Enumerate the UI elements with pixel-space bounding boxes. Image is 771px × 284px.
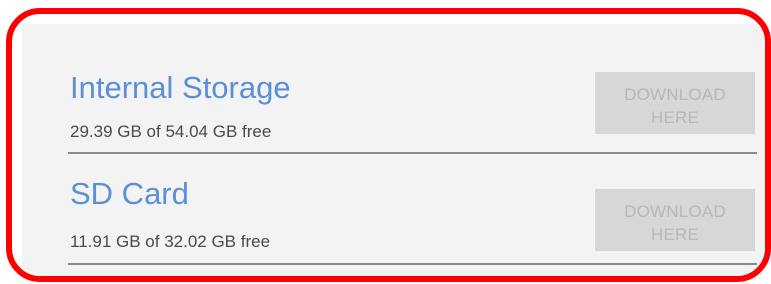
storage-picker-highlight: Internal Storage 29.39 GB of 54.04 GB fr… [6,8,771,282]
storage-option-sd-card[interactable]: SD Card 11.91 GB of 32.02 GB free DOWNLO… [22,24,765,276]
storage-options-panel: Internal Storage 29.39 GB of 54.04 GB fr… [22,24,765,276]
storage-option-title: SD Card [70,176,189,211]
download-button-label-line2: HERE [650,225,700,244]
storage-option-divider [68,263,757,265]
download-here-button[interactable]: DOWNLOAD HERE [595,189,755,251]
download-button-label-line1: DOWNLOAD [624,202,726,221]
storage-option-free-space: 11.91 GB of 32.02 GB free [70,232,271,251]
